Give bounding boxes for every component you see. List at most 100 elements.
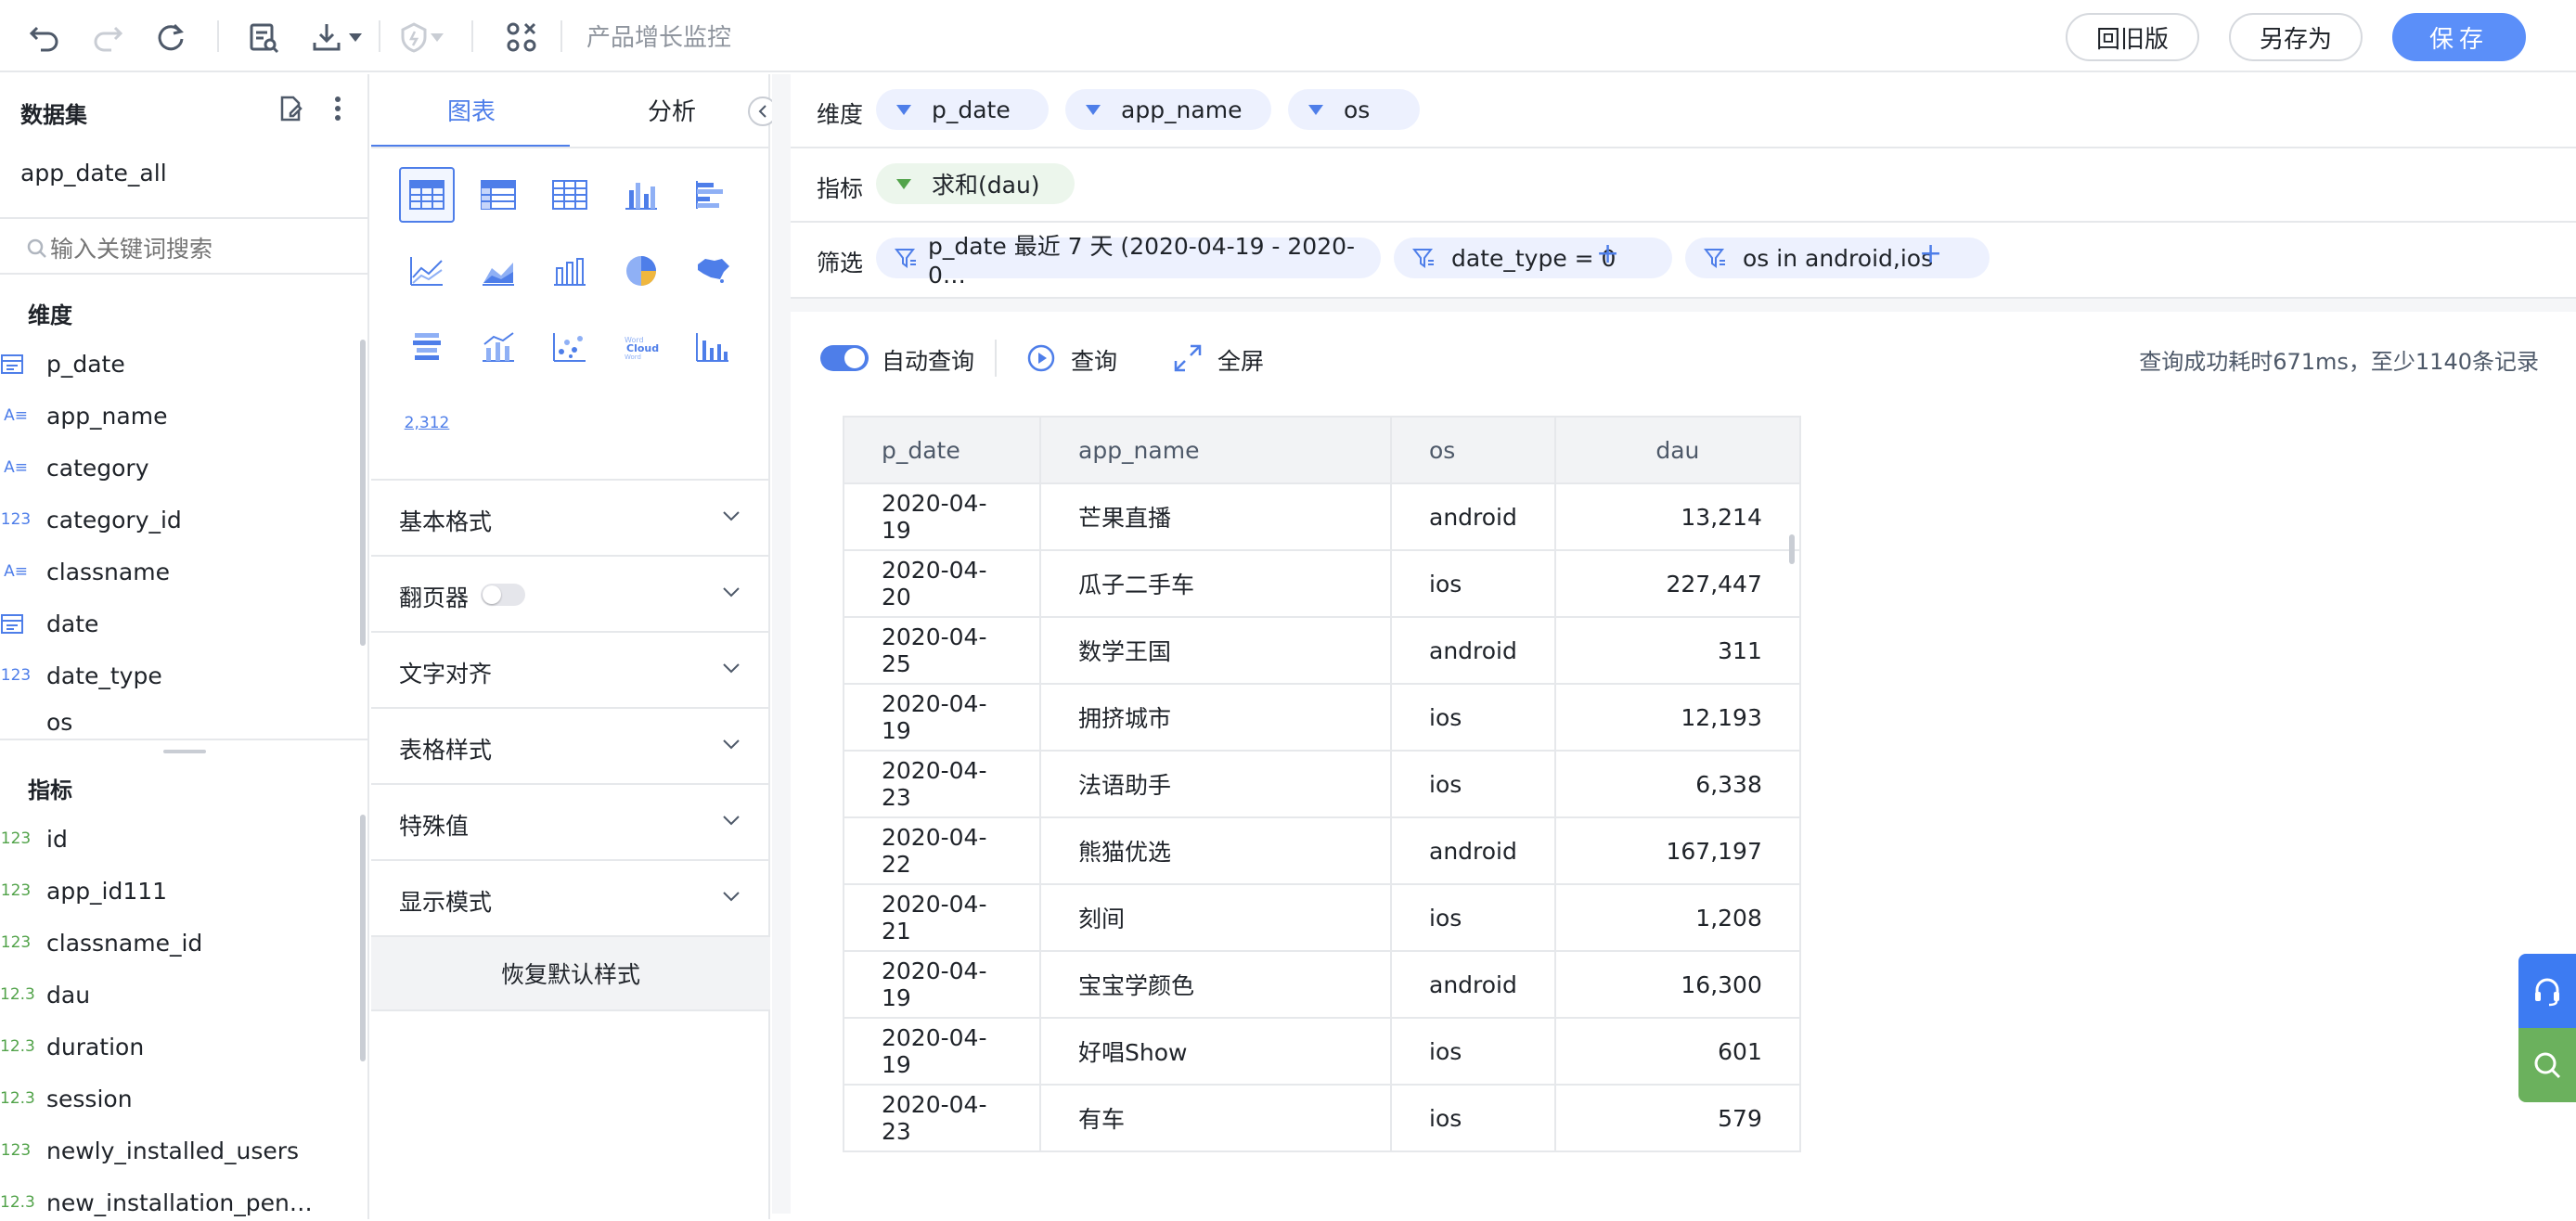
table-row[interactable]: 2020-04-25 数学王国 android 311 — [843, 616, 1801, 685]
table-row[interactable]: 2020-04-20 瓜子二手车 ios 227,447 — [843, 549, 1801, 618]
dimension-pill-p_date[interactable]: p_date — [876, 89, 1049, 130]
dimension-field-category_id[interactable]: 123 category_id — [1, 501, 182, 538]
filter-pill-p_date[interactable]: p_date 最近 7 天 (2020-04-19 - 2020-0… — [876, 233, 1381, 289]
old-version-button[interactable]: 回旧版 — [2066, 13, 2199, 61]
field-search-input[interactable] — [50, 230, 356, 267]
column-header-p_date[interactable]: p_date — [843, 416, 1041, 484]
table-row[interactable]: 2020-04-23 有车 ios 579 — [843, 1084, 1801, 1152]
download-icon[interactable] — [306, 17, 347, 58]
metric-field-app_id111[interactable]: 123 app_id111 — [1, 872, 167, 909]
more-icon[interactable] — [330, 95, 345, 122]
histogram-icon[interactable] — [685, 319, 741, 375]
cell-dau: 601 — [1553, 1017, 1801, 1086]
metric-field-duration[interactable]: 12.3 duration — [0, 1028, 144, 1065]
metrics-scrollbar[interactable] — [360, 815, 366, 1061]
metric-field-classname_id[interactable]: 123 classname_id — [1, 924, 203, 961]
filter-pill-os[interactable]: os in android,ios + — [1685, 238, 1990, 278]
save-button[interactable]: 保存 — [2392, 13, 2526, 61]
alarm-icon[interactable] — [393, 17, 434, 58]
column-header-dau[interactable]: dau — [1553, 416, 1801, 484]
column-chart-icon[interactable] — [613, 167, 669, 223]
crosstab-chart-icon[interactable] — [470, 167, 526, 223]
dimension-field-category[interactable]: A≡ category — [4, 449, 149, 486]
save-as-button[interactable]: 另存为 — [2229, 13, 2363, 61]
dataset-name[interactable]: app_date_all — [20, 160, 167, 186]
paginator-toggle[interactable] — [481, 584, 525, 606]
area-chart-icon[interactable] — [470, 243, 526, 299]
edit-dataset-icon[interactable] — [277, 95, 304, 122]
download-dropdown-icon[interactable] — [349, 33, 362, 43]
section-special-values[interactable]: 特殊值 — [371, 785, 770, 861]
table-row[interactable]: 2020-04-19 拥挤城市 ios 12,193 — [843, 683, 1801, 752]
metric-field-newly_installed_users[interactable]: 123 newly_installed_users — [1, 1132, 299, 1169]
table-scrollbar[interactable] — [1789, 534, 1795, 564]
kpi-number: 2,312 — [404, 414, 450, 432]
filter-pill-date_type[interactable]: date_type = 0 + — [1394, 238, 1672, 278]
resize-handle[interactable] — [163, 750, 206, 753]
stacked-bar-icon[interactable] — [399, 319, 455, 375]
table-row[interactable]: 2020-04-21 刻间 ios 1,208 — [843, 883, 1801, 952]
combo-chart-icon[interactable] — [542, 243, 598, 299]
fullscreen-icon[interactable] — [1173, 343, 1203, 373]
play-icon[interactable] — [1026, 343, 1056, 373]
word-cloud-icon[interactable]: Word Cloud Word — [613, 319, 669, 375]
metric-field-id[interactable]: 123 id — [1, 820, 68, 857]
dimension-field-date_type[interactable]: 123 date_type — [1, 657, 162, 694]
dimension-pill-app_name[interactable]: app_name — [1065, 89, 1271, 130]
table-chart-icon[interactable] — [399, 167, 455, 223]
metric-field-new_installation_pen[interactable]: 12.3 new_installation_pen… — [0, 1184, 313, 1221]
field-label: category — [46, 454, 149, 482]
reset-style-button[interactable]: 恢复默认样式 — [371, 937, 770, 1011]
add-filter-icon[interactable]: + — [1596, 238, 1619, 270]
table-row[interactable]: 2020-04-19 宝宝学颜色 android 16,300 — [843, 950, 1801, 1019]
section-display-mode[interactable]: 显示模式 — [371, 861, 770, 937]
table-row[interactable]: 2020-04-19 芒果直播 android 13,214 — [843, 482, 1801, 551]
section-text-align[interactable]: 文字对齐 — [371, 633, 770, 709]
redo-icon[interactable] — [87, 17, 128, 58]
table-row[interactable]: 2020-04-19 好唱Show ios 601 — [843, 1017, 1801, 1086]
bar-chart-icon[interactable] — [685, 167, 741, 223]
refresh-icon[interactable] — [150, 17, 191, 58]
fullscreen-button[interactable]: 全屏 — [1217, 343, 1264, 377]
metric-pill-sum-dau[interactable]: 求和(dau) — [876, 163, 1075, 204]
cell-os: android — [1390, 816, 1556, 885]
tab-analysis[interactable]: 分析 — [648, 93, 696, 127]
metric-field-session[interactable]: 12.3 session — [0, 1080, 133, 1117]
detail-table-icon[interactable] — [542, 167, 598, 223]
auto-query-toggle[interactable] — [820, 345, 869, 371]
decimal-icon: 12.3 — [0, 1193, 35, 1212]
add-filter-icon[interactable]: + — [1919, 238, 1942, 270]
query-button[interactable]: 查询 — [1071, 343, 1117, 377]
kpi-card-icon[interactable]: 2,312 — [399, 395, 455, 451]
section-paginator[interactable]: 翻页器 — [371, 557, 770, 633]
section-table-style[interactable]: 表格样式 — [371, 709, 770, 785]
dimension-pill-os[interactable]: os — [1288, 89, 1420, 130]
dimension-field-p_date[interactable]: p_date — [1, 345, 125, 382]
column-header-os[interactable]: os — [1390, 416, 1556, 484]
tab-chart[interactable]: 图表 — [447, 93, 496, 127]
metric-shelf-label: 指标 — [817, 175, 864, 202]
dimension-field-date[interactable]: date — [1, 605, 98, 642]
pie-chart-icon[interactable] — [613, 243, 669, 299]
dual-axis-chart-icon[interactable] — [470, 319, 526, 375]
dimension-field-os[interactable]: A≡ os — [46, 709, 72, 737]
number-icon: 123 — [0, 1141, 32, 1160]
dimension-field-app_name[interactable]: A≡ app_name — [4, 397, 167, 434]
undo-icon[interactable] — [24, 17, 65, 58]
table-row[interactable]: 2020-04-23 法语助手 ios 6,338 — [843, 750, 1801, 818]
column-header-app_name[interactable]: app_name — [1039, 416, 1392, 484]
map-chart-icon[interactable] — [685, 243, 741, 299]
scatter-chart-icon[interactable] — [542, 319, 598, 375]
data-source-icon[interactable] — [243, 17, 284, 58]
metric-field-dau[interactable]: 12.3 dau — [0, 976, 90, 1013]
help-search-button[interactable] — [2518, 1028, 2576, 1102]
report-title[interactable]: 产品增长监控 — [586, 19, 731, 53]
line-chart-icon[interactable] — [399, 243, 455, 299]
dimensions-scrollbar[interactable] — [360, 340, 366, 646]
customer-service-button[interactable] — [2518, 954, 2576, 1028]
components-icon[interactable] — [501, 17, 542, 58]
alarm-dropdown-icon[interactable] — [431, 33, 444, 43]
section-basic-format[interactable]: 基本格式 — [371, 481, 770, 557]
table-row[interactable]: 2020-04-22 熊猫优选 android 167,197 — [843, 816, 1801, 885]
dimension-field-classname[interactable]: A≡ classname — [4, 553, 170, 590]
